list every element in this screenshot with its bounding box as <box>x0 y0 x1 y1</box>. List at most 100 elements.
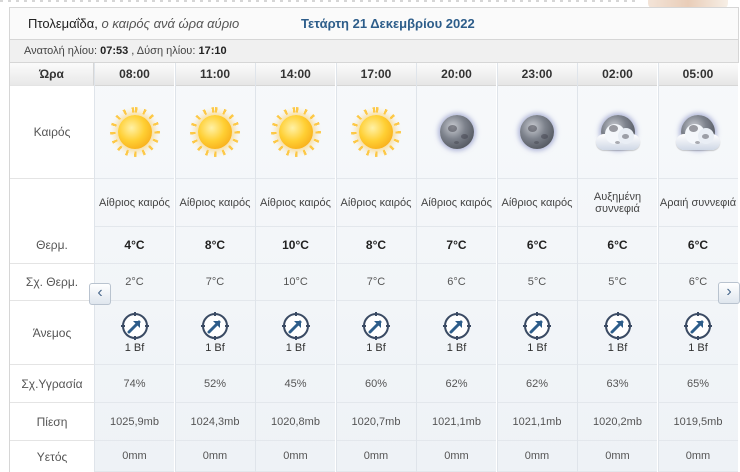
hour-time: 11:00 <box>175 63 255 86</box>
hour-column: 02:00 Αυξημένη συννεφιά 6°C 5°C 1 Bf 63% 1020,… <box>577 63 657 472</box>
precipitation: 0mm <box>256 441 335 472</box>
scroll-next-button[interactable]: › <box>718 282 740 304</box>
precipitation-value: 0mm <box>202 450 228 462</box>
wind-strength: 1 Bf <box>366 342 386 354</box>
hour-time-value: 02:00 <box>602 67 633 81</box>
forecast-header: Πτολεμαΐδα, ο καιρός ανά ώρα αύριο Τετάρ… <box>9 7 739 39</box>
temperature-value: 8°C <box>365 238 387 252</box>
wind-direction-icon <box>684 312 712 340</box>
precipitation-value: 0mm <box>122 450 147 462</box>
row-labels: Ώρα Καιρός Θερμ. Σχ. Θερμ. Άνεμος Σχ.Υγρ… <box>10 63 94 472</box>
precipitation: 0mm <box>95 441 174 472</box>
hour-time-value: 05:00 <box>682 67 714 81</box>
humidity-value: 62% <box>445 377 468 390</box>
weather-description: Αίθριος καιρός <box>417 179 496 227</box>
hour-time-value: 08:00 <box>119 67 150 81</box>
weather-description-value: Αίθριος καιρός <box>501 196 573 209</box>
weather-description-value: Αίθριος καιρός <box>260 196 331 209</box>
hour-columns: 08:00 Αίθριος καιρός 4°C 2°C 1 Bf 74% 1025,9mb… <box>94 63 738 472</box>
pressure-value: 1024,3mb <box>190 415 240 428</box>
precipitation-value: 0mm <box>605 450 630 462</box>
weather-description-value: Αίθριος καιρός <box>340 196 412 209</box>
wind-cell: 1 Bf <box>175 301 255 365</box>
location-name: Πτολεμαΐδα, <box>28 16 98 31</box>
label-humidity: Σχ.Υγρασία <box>10 365 94 403</box>
feels-like: 10°C <box>256 264 335 301</box>
pressure-value: 1020,7mb <box>351 415 401 428</box>
pressure: 1021,1mb <box>497 403 577 441</box>
hour-time-value: 23:00 <box>521 67 553 81</box>
precipitation-value: 0mm <box>444 450 469 462</box>
location-title: Πτολεμαΐδα, ο καιρός ανά ώρα αύριο <box>28 16 239 31</box>
pressure-value: 1019,5mb <box>673 415 723 428</box>
weather-description: Αυξημένη συννεφιά <box>578 179 657 227</box>
wind-cell: 1 Bf <box>417 301 496 365</box>
sun-icon <box>359 115 393 149</box>
label-wind: Άνεμος <box>10 301 94 365</box>
wind-direction-icon <box>442 312 471 340</box>
temperature-value: 6°C <box>687 238 709 252</box>
sun-icon <box>117 115 152 149</box>
humidity-value: 62% <box>525 377 549 390</box>
pressure: 1020,8mb <box>256 403 335 441</box>
wind-strength: 1 Bf <box>607 342 628 354</box>
weather-description: Αίθριος καιρός <box>175 179 255 227</box>
temperature: 6°C <box>497 227 577 264</box>
precipitation: 0mm <box>336 441 416 472</box>
sun-times: Ανατολή ηλίου: 07:53 , Δύση ηλίου: 17:10 <box>24 45 227 57</box>
weather-icon-cell <box>578 86 657 179</box>
pressure: 1020,7mb <box>336 403 416 441</box>
hourly-forecast-table: Ώρα Καιρός Θερμ. Σχ. Θερμ. Άνεμος Σχ.Υγρ… <box>9 63 738 472</box>
humidity-value: 63% <box>606 377 629 390</box>
wind-direction-icon <box>120 312 149 340</box>
sunset-time: 17:10 <box>198 45 227 57</box>
hour-time: 02:00 <box>578 63 657 86</box>
weather-icon-cell <box>658 86 738 179</box>
precipitation: 0mm <box>417 441 496 472</box>
hour-column: 23:00 Αίθριος καιρός 6°C 5°C 1 Bf 62% 1021,1mb… <box>496 63 577 472</box>
feels-like: 5°C <box>497 264 577 301</box>
precipitation: 0mm <box>578 441 657 472</box>
hour-column: 17:00 Αίθριος καιρός 8°C 7°C 1 Bf 60% 1020,7mb… <box>335 63 416 472</box>
wind-direction-icon <box>362 312 390 340</box>
weather-description-value: Αίθριος καιρός <box>421 196 492 209</box>
wind-direction-icon <box>603 312 632 340</box>
pressure-value: 1021,1mb <box>512 415 562 428</box>
weather-description-value: Αίθριος καιρός <box>99 196 170 209</box>
weather-icon-cell <box>256 86 335 179</box>
hour-column: 20:00 Αίθριος καιρός 7°C 6°C 1 Bf 62% 1021,1mb… <box>416 63 496 472</box>
sun-icon <box>278 115 313 149</box>
precipitation: 0mm <box>658 441 738 472</box>
feels-like-value: 10°C <box>283 276 308 288</box>
label-rain: Υετός <box>36 449 68 464</box>
wind-direction-icon <box>523 312 551 340</box>
pressure-value: 1025,9mb <box>110 415 159 428</box>
hour-column: 05:00 Αραιή συννεφιά 6°C 6°C 1 Bf 65% 1019,5mb… <box>657 63 738 472</box>
moon-cloud-icon <box>676 115 720 150</box>
pressure: 1019,5mb <box>658 403 738 441</box>
wind-strength: 1 Bf <box>124 342 145 354</box>
humidity: 52% <box>175 365 255 403</box>
hour-time-value: 17:00 <box>360 67 392 81</box>
hour-time-value: 20:00 <box>441 67 472 81</box>
temperature: 4°C <box>95 227 174 264</box>
humidity: 63% <box>578 365 657 403</box>
pressure: 1025,9mb <box>95 403 174 441</box>
weather-description: Αίθριος καιρός <box>497 179 577 227</box>
precipitation: 0mm <box>497 441 577 472</box>
weather-description: Αραιή συννεφιά <box>658 179 738 227</box>
sun-icon <box>198 115 232 149</box>
wind-cell: 1 Bf <box>95 301 174 365</box>
temperature: 6°C <box>578 227 657 264</box>
feels-like-value: 5°C <box>608 276 627 288</box>
temperature-value: 10°C <box>282 238 309 252</box>
hour-time: 17:00 <box>336 63 416 86</box>
pressure: 1021,1mb <box>417 403 496 441</box>
humidity: 62% <box>417 365 496 403</box>
wind-cell: 1 Bf <box>336 301 416 365</box>
hour-time: 05:00 <box>658 63 738 86</box>
weather-icon-cell <box>175 86 255 179</box>
feels-like: 7°C <box>336 264 416 301</box>
hour-time: 14:00 <box>256 63 335 86</box>
scroll-prev-button[interactable]: ‹ <box>89 283 111 305</box>
